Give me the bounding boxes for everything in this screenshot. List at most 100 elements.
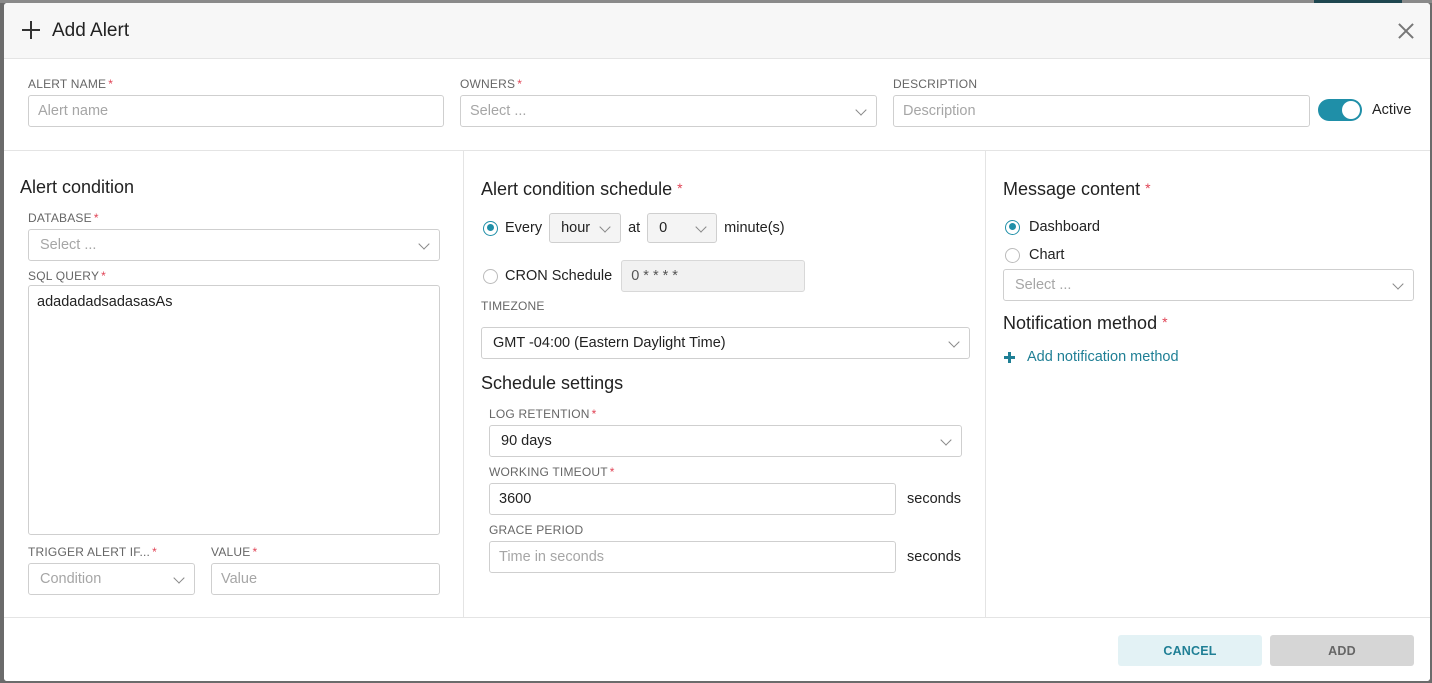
add-notification-link[interactable]: Add notification method — [1004, 349, 1179, 365]
interval-unit-select[interactable]: hour — [549, 213, 622, 243]
message-content-title: Message content — [1003, 179, 1141, 199]
working-timeout-unit: seconds — [907, 491, 962, 507]
owners-label: OWNERS — [460, 77, 516, 91]
at-label: at — [628, 220, 641, 236]
required-mark: * — [517, 77, 523, 91]
log-retention-select[interactable]: 90 days — [489, 425, 962, 457]
alert-name-placeholder: Alert name — [38, 103, 109, 119]
description-input[interactable]: Description — [893, 95, 1310, 127]
active-toggle[interactable] — [1318, 99, 1362, 121]
dashboard-radio[interactable] — [1005, 219, 1020, 235]
chart-radio[interactable] — [1005, 247, 1020, 263]
grace-period-field: GRACE PERIOD Time in seconds seconds — [489, 523, 962, 573]
log-retention-value: 90 days — [501, 433, 552, 449]
dashboard-option[interactable]: Dashboard — [1005, 219, 1100, 235]
timezone-value: GMT -04:00 (Eastern Daylight Time) — [493, 335, 726, 351]
value-field: VALUE * Value — [211, 545, 440, 595]
trigger-label: TRIGGER ALERT IF... — [28, 545, 151, 559]
required-mark: * — [677, 180, 683, 196]
message-select[interactable]: Select ... — [1003, 269, 1414, 301]
required-mark: * — [152, 545, 157, 559]
chevron-down-icon — [948, 336, 960, 348]
cron-input[interactable]: 0 * * * * — [621, 260, 806, 292]
plus-icon — [22, 21, 40, 39]
dialog-header: Add Alert — [4, 3, 1430, 59]
required-mark: * — [1145, 180, 1151, 196]
dialog-footer: CANCEL ADD — [4, 617, 1430, 681]
message-panel: Message content * Dashboard Chart Select… — [986, 151, 1430, 617]
close-icon[interactable] — [1396, 21, 1416, 41]
value-input[interactable]: Value — [211, 563, 440, 595]
log-retention-label: LOG RETENTION — [489, 407, 590, 421]
minutes-label: minute(s) — [724, 220, 785, 236]
working-timeout-field: WORKING TIMEOUT * 3600 seconds — [489, 465, 962, 515]
alert-condition-panel: Alert condition DATABASE * Select ... SQ… — [4, 151, 464, 617]
schedule-panel: Alert condition schedule * Every hour at… — [464, 151, 986, 617]
alert-name-label: ALERT NAME — [28, 77, 107, 91]
schedule-settings-title: Schedule settings — [481, 373, 624, 393]
required-mark: * — [1162, 314, 1168, 330]
required-mark: * — [591, 407, 597, 421]
grace-period-unit: seconds — [907, 549, 962, 565]
owners-field: OWNERS * Select ... — [460, 77, 877, 127]
active-label: Active — [1372, 102, 1412, 118]
every-label: Every — [505, 220, 543, 236]
database-select[interactable]: Select ... — [28, 229, 440, 261]
required-mark: * — [609, 465, 615, 479]
toggle-knob — [1342, 101, 1360, 119]
message-select-placeholder: Select ... — [1015, 277, 1072, 293]
required-mark: * — [108, 77, 114, 91]
required-mark: * — [93, 211, 99, 225]
chart-label: Chart — [1029, 247, 1065, 263]
add-button[interactable]: ADD — [1270, 635, 1414, 666]
chevron-down-icon — [695, 221, 707, 233]
description-placeholder: Description — [903, 103, 976, 119]
working-timeout-label: WORKING TIMEOUT — [489, 465, 608, 479]
add-notification-label: Add notification method — [1027, 349, 1179, 365]
notification-method-title: Notification method — [1003, 313, 1158, 333]
description-field: DESCRIPTION Description — [893, 77, 1310, 127]
cron-row: CRON Schedule 0 * * * * — [483, 260, 806, 292]
cron-label: CRON Schedule — [505, 268, 613, 284]
alert-condition-title: Alert condition — [20, 177, 135, 197]
chevron-down-icon — [418, 238, 430, 250]
chevron-down-icon — [940, 434, 952, 446]
chevron-down-icon — [1392, 278, 1404, 290]
cron-radio[interactable] — [483, 268, 498, 284]
interval-unit-value: hour — [561, 220, 591, 236]
grace-period-input[interactable]: Time in seconds — [489, 541, 896, 573]
sql-query-text: adadadadsadasasAs — [37, 294, 173, 310]
cancel-button[interactable]: CANCEL — [1118, 635, 1262, 666]
required-mark: * — [252, 545, 258, 559]
timezone-select[interactable]: GMT -04:00 (Eastern Daylight Time) — [481, 327, 970, 359]
sql-query-textarea[interactable]: adadadadsadasasAs — [28, 285, 440, 535]
chevron-down-icon — [173, 572, 185, 584]
database-field: DATABASE * Select ... — [28, 211, 440, 261]
grace-period-placeholder: Time in seconds — [499, 549, 605, 565]
dialog-title: Add Alert — [52, 20, 130, 41]
required-mark: * — [101, 269, 107, 283]
every-row: Every hour at 0 minute(s) — [483, 213, 785, 243]
alert-name-field: ALERT NAME * Alert name — [28, 77, 444, 127]
dashboard-label: Dashboard — [1029, 219, 1100, 235]
database-label: DATABASE — [28, 211, 92, 225]
grace-period-label: GRACE PERIOD — [489, 523, 584, 537]
trigger-field: TRIGGER ALERT IF... * Condition — [28, 545, 195, 595]
alert-name-input[interactable]: Alert name — [28, 95, 444, 127]
chevron-down-icon — [599, 221, 611, 233]
working-timeout-input[interactable]: 3600 — [489, 483, 896, 515]
owners-select[interactable]: Select ... — [460, 95, 877, 127]
sql-query-label: SQL QUERY — [28, 269, 100, 283]
timezone-label: TIMEZONE — [481, 299, 545, 313]
description-label: DESCRIPTION — [893, 77, 978, 91]
chart-option[interactable]: Chart — [1005, 247, 1064, 263]
trigger-select[interactable]: Condition — [28, 563, 195, 595]
chevron-down-icon — [855, 104, 867, 116]
owners-placeholder: Select ... — [470, 103, 527, 119]
top-fields: ALERT NAME * Alert name OWNERS * Select … — [4, 59, 1430, 151]
minute-value: 0 — [659, 220, 668, 236]
schedule-title: Alert condition schedule — [481, 179, 673, 199]
minute-select[interactable]: 0 — [647, 213, 718, 243]
every-radio[interactable] — [483, 220, 498, 236]
plus-icon — [1004, 351, 1015, 363]
